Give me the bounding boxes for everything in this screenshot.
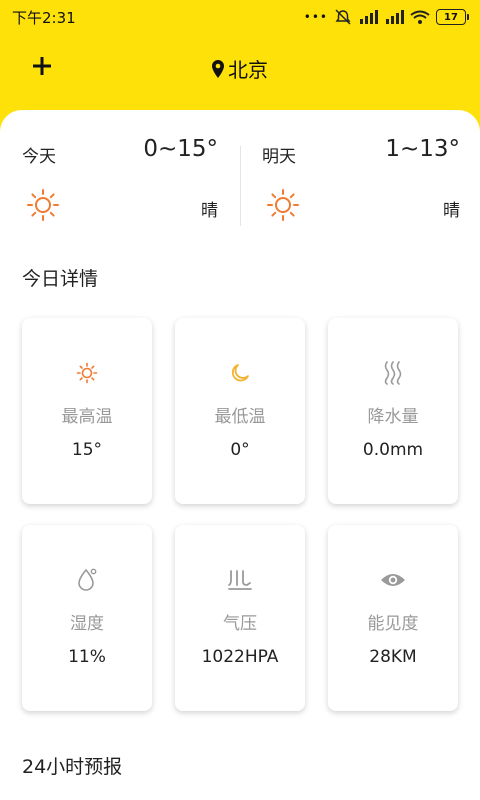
location-selector[interactable]: 北京 <box>0 54 480 83</box>
detail-value: 1022HPA <box>201 647 279 667</box>
temperature-range: 1~13° <box>385 136 460 162</box>
status-time: 下午2:31 <box>12 8 76 27</box>
weather-condition: 晴 <box>201 201 218 221</box>
detail-card-humidity: 湿度 11% <box>22 525 152 711</box>
wifi-icon <box>410 10 430 24</box>
droplet-icon <box>78 568 97 591</box>
detail-card-visibility: 能见度 28KM <box>328 525 458 711</box>
weather-condition: 晴 <box>443 201 460 221</box>
sun-icon <box>267 189 299 221</box>
forecast-tomorrow[interactable]: 明天 1~13° 晴 <box>240 110 480 230</box>
detail-value: 0° <box>230 440 250 460</box>
detail-label: 气压 <box>223 614 257 634</box>
detail-label: 最高温 <box>61 407 113 427</box>
temperature-range: 0~15° <box>143 136 218 162</box>
two-day-forecast: 今天 0~15° 晴 明天 1~13° 晴 <box>0 110 480 230</box>
map-pin-icon <box>212 59 224 78</box>
sun-icon <box>76 362 98 384</box>
pressure-icon <box>228 570 252 590</box>
today-details-title: 今日详情 <box>22 268 99 290</box>
eye-icon <box>381 574 405 586</box>
day-name: 今天 <box>22 147 56 167</box>
detail-card-high-temp: 最高温 15° <box>22 318 152 504</box>
forecast-today[interactable]: 今天 0~15° 晴 <box>0 110 240 230</box>
hourly-forecast-title: 24小时预报 <box>22 756 123 778</box>
detail-label: 降水量 <box>367 407 419 427</box>
status-icons: ••• 17 <box>303 9 469 25</box>
mute-alarm-icon <box>334 9 352 25</box>
detail-card-low-temp: 最低温 0° <box>175 318 305 504</box>
moon-icon <box>231 364 249 382</box>
detail-card-precipitation: 降水量 0.0mm <box>328 318 458 504</box>
steam-icon <box>384 361 402 385</box>
status-bar: 下午2:31 ••• 17 <box>0 0 480 34</box>
weather-sheet: 今天 0~15° 晴 明天 1~13° 晴 今日详情 最高温 15° 最低温 0… <box>0 110 480 800</box>
detail-value: 11% <box>68 647 106 667</box>
detail-card-pressure: 气压 1022HPA <box>175 525 305 711</box>
detail-value: 0.0mm <box>362 440 424 460</box>
battery-icon: 17 <box>436 9 469 25</box>
detail-label: 能见度 <box>367 614 419 634</box>
detail-value: 15° <box>71 440 103 460</box>
battery-level: 17 <box>444 11 458 23</box>
detail-label: 湿度 <box>70 614 104 634</box>
location-name: 北京 <box>228 58 268 82</box>
signal-hd-icon <box>358 10 378 24</box>
detail-value: 28KM <box>369 647 417 667</box>
day-name: 明天 <box>262 147 296 167</box>
status-dots: ••• <box>303 10 328 24</box>
signal-icon <box>384 10 404 24</box>
detail-label: 最低温 <box>214 407 266 427</box>
top-bar: 北京 <box>0 34 480 104</box>
sun-icon <box>27 189 59 221</box>
